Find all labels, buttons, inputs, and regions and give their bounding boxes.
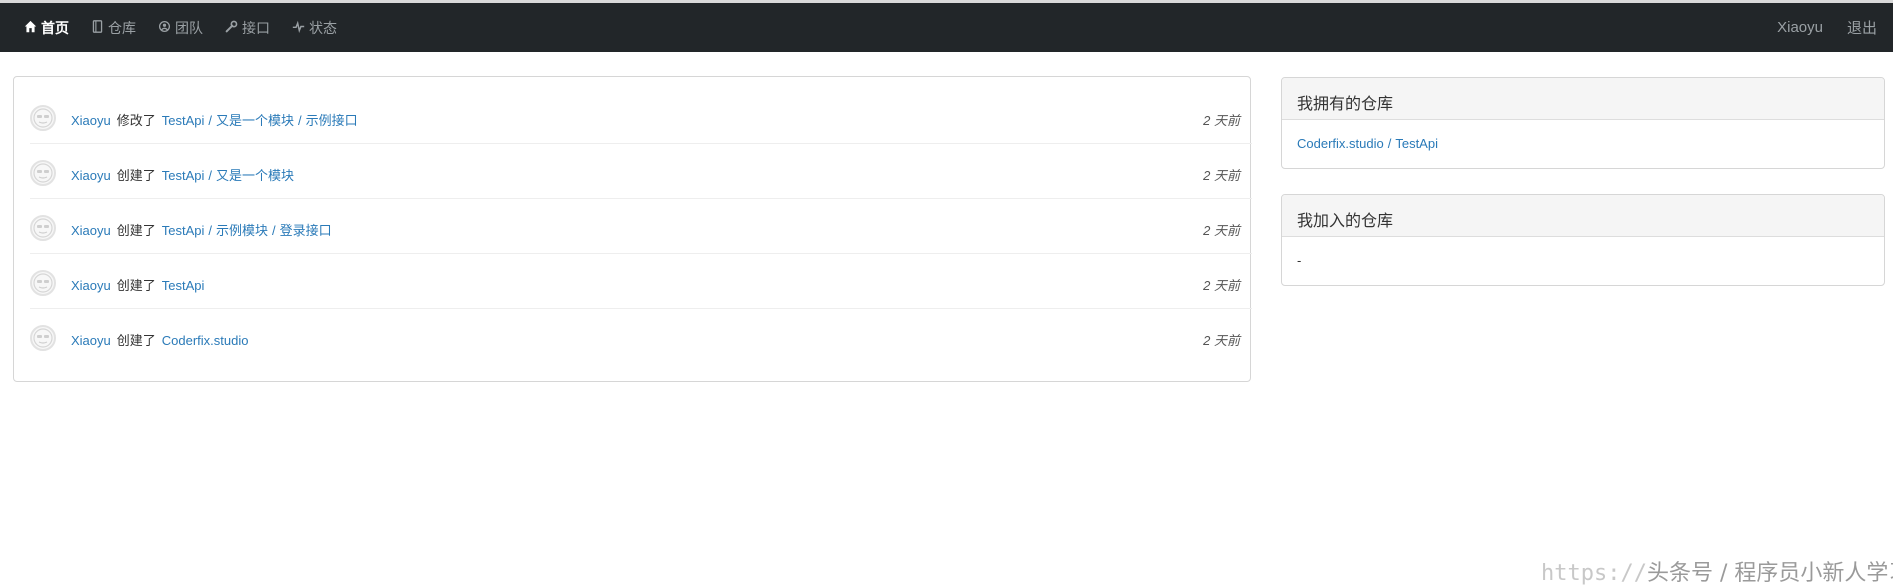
nav-item-status[interactable]: 状态 [292, 18, 337, 38]
feed-repo-link[interactable]: TestApi [162, 168, 205, 183]
watermark-url: https:// [1541, 561, 1647, 586]
logout-link[interactable]: 退出 [1847, 17, 1893, 38]
path-separator: / [272, 223, 276, 238]
feed-item-text: Xiaoyu 创建了 Coderfix.studio [71, 330, 248, 349]
joined-repos-list: - [1282, 237, 1884, 285]
feed-timestamp: 2 天前 [1203, 223, 1240, 238]
feed-item-text: Xiaoyu 创建了 TestApi / 示例模块 / 登录接口 [71, 220, 332, 239]
feed-module-link[interactable]: 又是一个模块 [216, 168, 294, 183]
feed-module-link[interactable]: 示例模块 [216, 223, 268, 238]
path-separator: / [208, 223, 213, 238]
feed-action: 创建了 [116, 168, 156, 183]
feed-item: Xiaoyu 创建了 Coderfix.studio 2 天前 [30, 309, 1252, 364]
user-menu-link[interactable]: Xiaoyu [1777, 19, 1823, 36]
path-separator: / [208, 168, 213, 183]
feed-item-text: Xiaoyu 创建了 TestApi [71, 275, 204, 294]
repo-icon [91, 19, 104, 36]
joined-repos-panel: 我加入的仓库 - [1281, 194, 1885, 286]
feed-item: Xiaoyu 修改了 TestApi / 又是一个模块 / 示例接口 2 天前 [30, 89, 1252, 144]
nav-item-teams[interactable]: 团队 [158, 18, 203, 38]
feed-item: Xiaoyu 创建了 TestApi 2 天前 [30, 254, 1252, 309]
feed-user-link[interactable]: Xiaoyu [71, 168, 111, 183]
feed-item-text: Xiaoyu 创建了 TestApi / 又是一个模块 [71, 165, 294, 184]
owned-repo-link[interactable]: TestApi [1395, 136, 1438, 151]
path-separator: / [208, 113, 213, 128]
avatar[interactable] [30, 215, 56, 241]
owned-repos-panel: 我拥有的仓库 Coderfix.studio / TestApi [1281, 77, 1885, 169]
feed-timestamp: 2 天前 [1203, 278, 1240, 293]
feed-action: 创建了 [116, 278, 156, 293]
path-separator: / [298, 113, 302, 128]
activity-feed-panel: Xiaoyu 修改了 TestApi / 又是一个模块 / 示例接口 2 天前 Xiaoyu… [13, 76, 1252, 382]
avatar[interactable] [30, 270, 56, 296]
feed-org-link[interactable]: Coderfix.studio [162, 333, 249, 348]
feed-item: Xiaoyu 创建了 TestApi / 示例模块 / 登录接口 2 天前 [30, 199, 1252, 254]
path-separator: / [1387, 136, 1392, 151]
feed-timestamp: 2 天前 [1203, 333, 1240, 348]
activity-feed-list: Xiaoyu 修改了 TestApi / 又是一个模块 / 示例接口 2 天前 Xiaoyu… [30, 89, 1252, 364]
feed-action: 创建了 [116, 333, 156, 348]
nav-item-label: 首页 [41, 19, 69, 36]
feed-api-link[interactable]: 示例接口 [306, 113, 358, 128]
feed-user-link[interactable]: Xiaoyu [71, 223, 111, 238]
feed-repo-link[interactable]: TestApi [162, 113, 205, 128]
nav-item-label: 仓库 [108, 19, 136, 36]
feed-timestamp: 2 天前 [1203, 113, 1240, 128]
nav-item-home[interactable]: 首页 [24, 18, 69, 38]
feed-action: 创建了 [116, 223, 156, 238]
nav-item-label: 状态 [309, 19, 337, 36]
feed-repo-link[interactable]: TestApi [162, 278, 205, 293]
avatar[interactable] [30, 160, 56, 186]
nav-user-area: Xiaoyu 退出 [1777, 3, 1893, 52]
feed-module-link[interactable]: 又是一个模块 [216, 113, 294, 128]
owned-org-link[interactable]: Coderfix.studio [1297, 136, 1384, 151]
pulse-icon [292, 20, 305, 36]
wrench-icon [225, 20, 238, 36]
team-icon [158, 20, 171, 36]
joined-repos-title: 我加入的仓库 [1282, 195, 1884, 237]
feed-user-link[interactable]: Xiaoyu [71, 113, 111, 128]
home-icon [24, 20, 37, 36]
nav-item-apis[interactable]: 接口 [225, 18, 270, 38]
feed-item: Xiaoyu 创建了 TestApi / 又是一个模块 2 天前 [30, 144, 1252, 199]
feed-action: 修改了 [116, 113, 156, 128]
watermark-text: 头条号 / 程序员小新人学习 [1646, 561, 1893, 586]
feed-api-link[interactable]: 登录接口 [280, 223, 332, 238]
nav-item-label: 团队 [175, 19, 203, 36]
owned-repos-list: Coderfix.studio / TestApi [1282, 120, 1884, 168]
nav-menu: 首页 仓库 团队 接口 状态 [24, 3, 337, 52]
feed-user-link[interactable]: Xiaoyu [71, 278, 111, 293]
top-navbar: 首页 仓库 团队 接口 状态 Xiaoyu 退出 [0, 3, 1893, 52]
nav-item-repos[interactable]: 仓库 [91, 18, 136, 38]
feed-timestamp: 2 天前 [1203, 168, 1240, 183]
feed-item-text: Xiaoyu 修改了 TestApi / 又是一个模块 / 示例接口 [71, 110, 358, 129]
empty-placeholder: - [1297, 253, 1302, 268]
owned-repos-title: 我拥有的仓库 [1282, 78, 1884, 120]
nav-item-label: 接口 [242, 19, 270, 36]
feed-repo-link[interactable]: TestApi [162, 223, 205, 238]
avatar[interactable] [30, 105, 56, 131]
feed-user-link[interactable]: Xiaoyu [71, 333, 111, 348]
avatar[interactable] [30, 325, 56, 351]
watermark: https://头条号 / 程序员小新人学习 [1541, 555, 1893, 587]
